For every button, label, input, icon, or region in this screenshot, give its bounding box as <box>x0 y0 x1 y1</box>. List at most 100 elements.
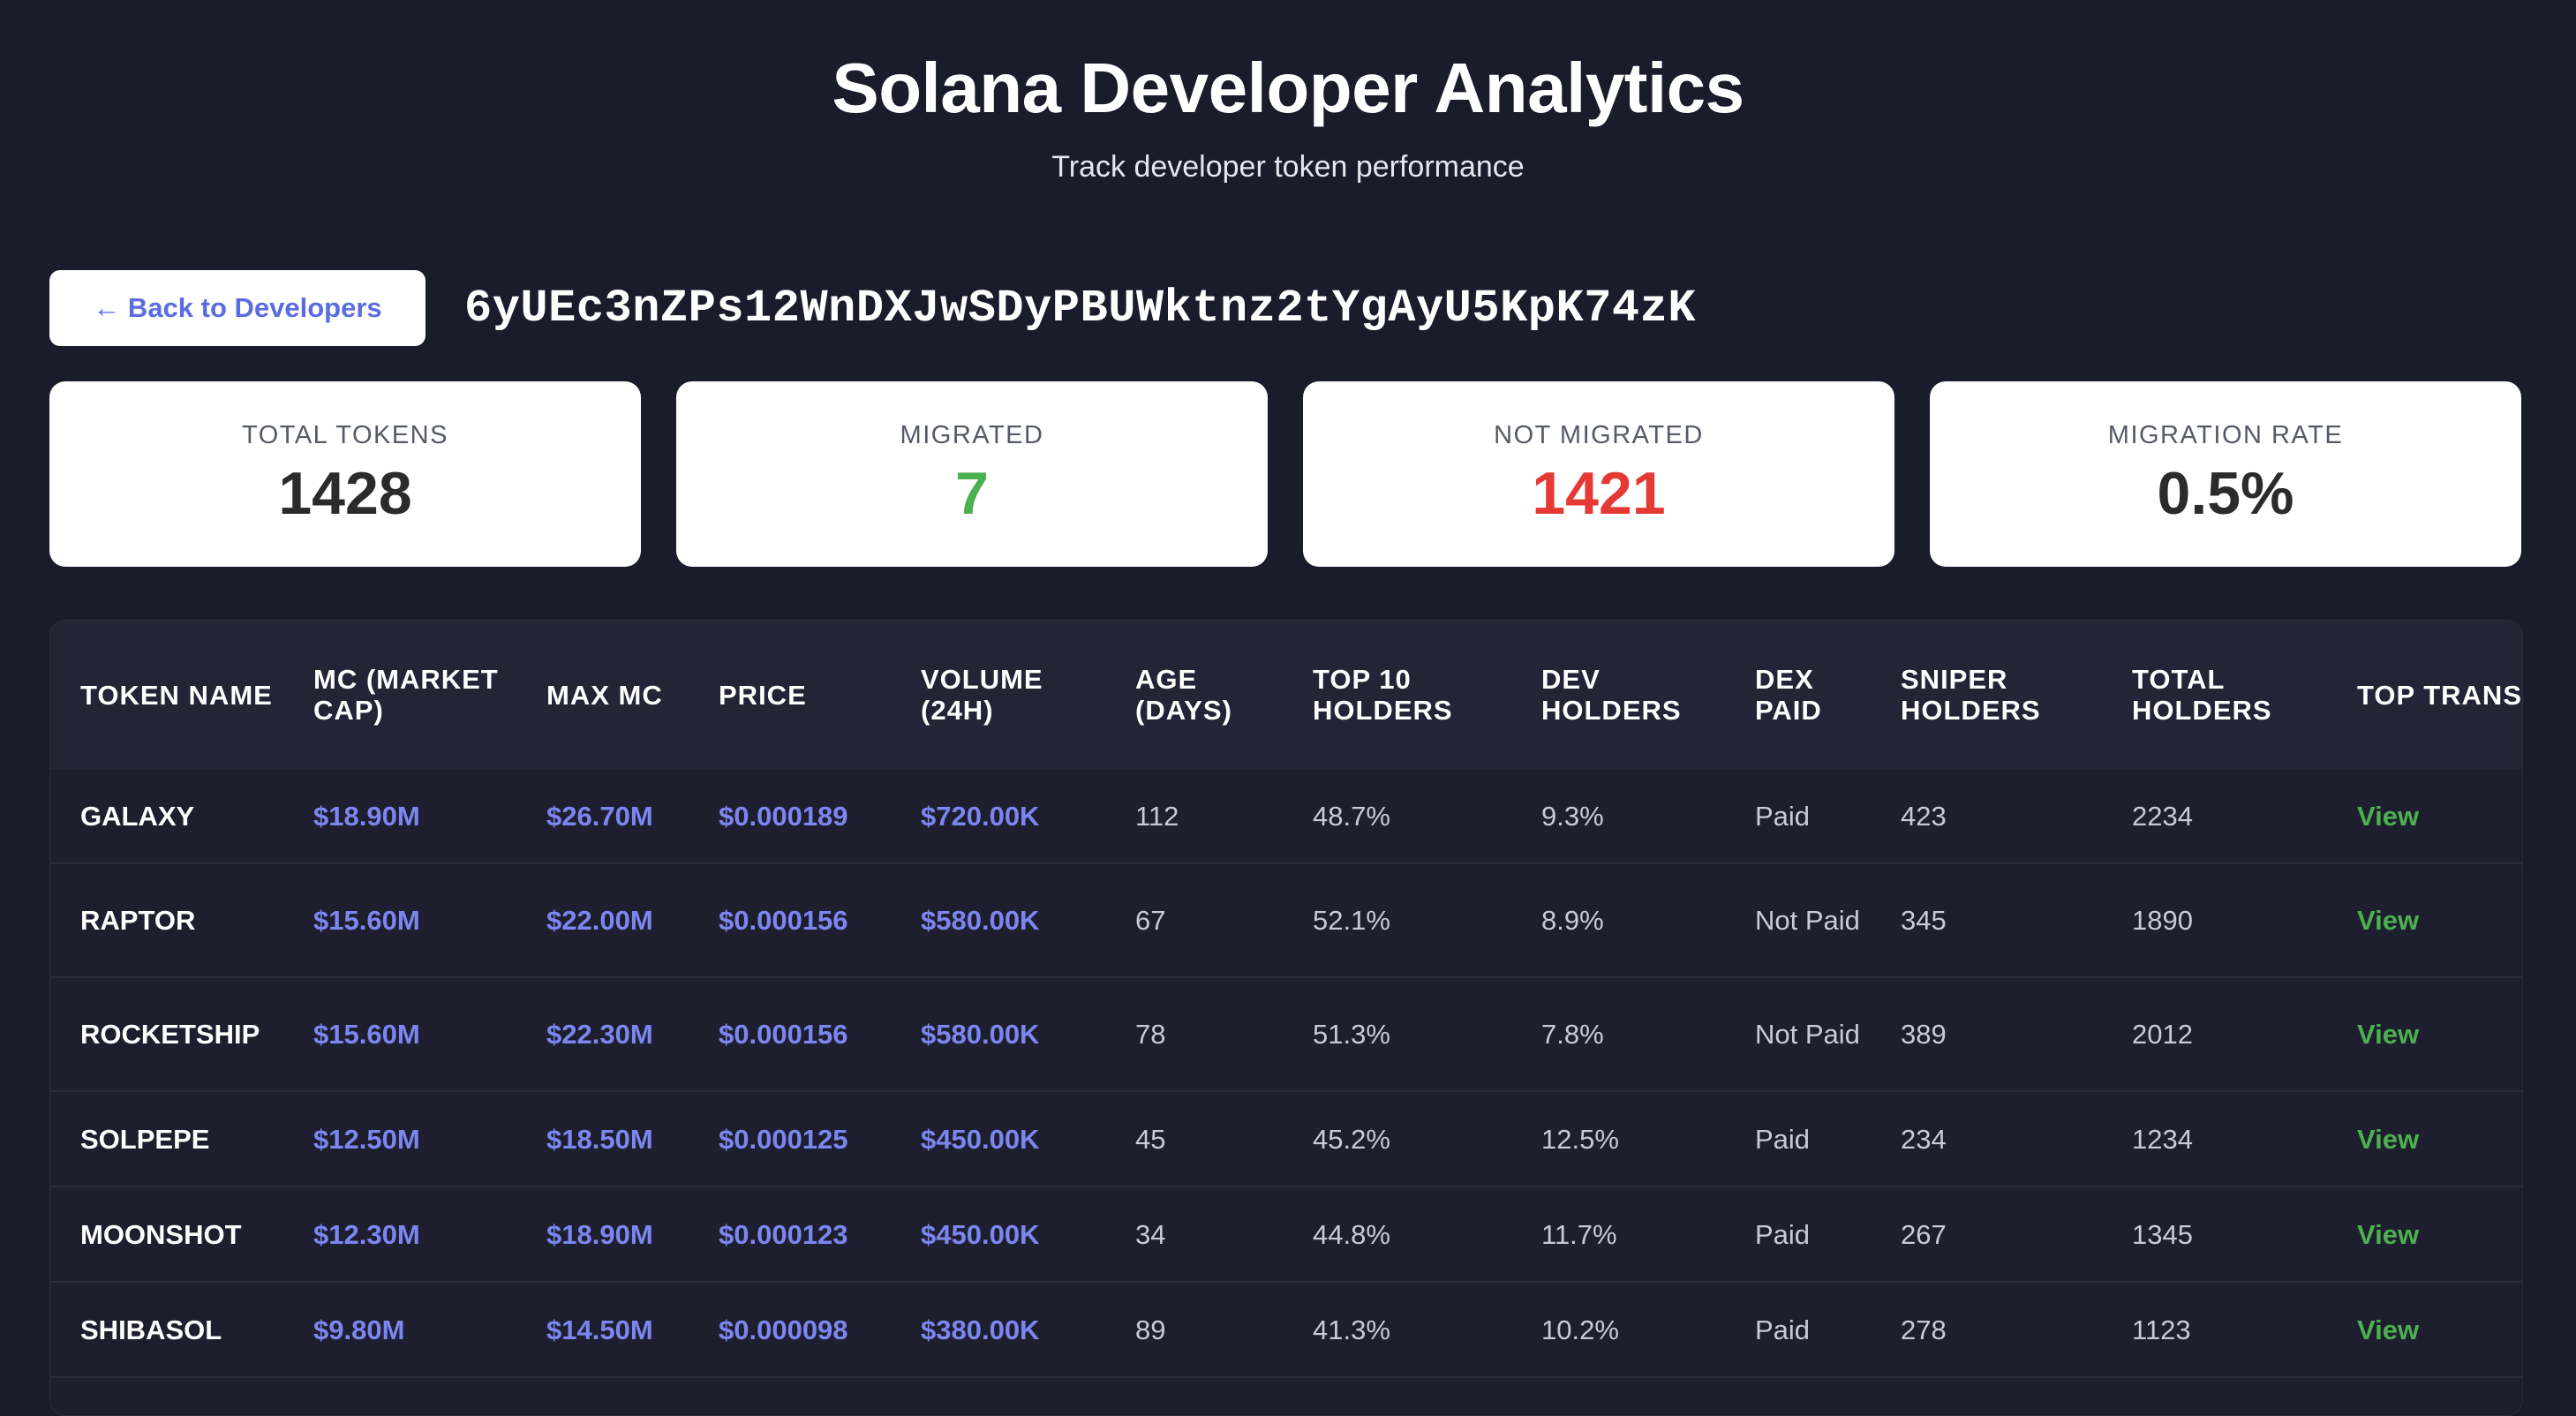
stats-row: TOTAL TOKENS 1428 MIGRATED 7 NOT MIGRATE… <box>49 381 2521 567</box>
back-to-developers-button[interactable]: ← Back to Developers <box>49 270 426 346</box>
table-row: MOONSHOT $12.30M $18.90M $0.000123 $450.… <box>50 1186 2522 1283</box>
token-name: SOLPEPE <box>50 1091 283 1187</box>
dev-holders: 8.9% <box>1511 863 1725 978</box>
column-header-sniper-holders: Sniper Holders <box>1871 621 2102 769</box>
top10-holders: 51.3% <box>1283 977 1511 1092</box>
token-name: GALAXY <box>50 769 283 864</box>
stat-value: 0.5% <box>2157 459 2294 527</box>
dev-holders: 9.3% <box>1511 769 1725 864</box>
price: $0.000156 <box>689 863 891 978</box>
stat-card-migrated: MIGRATED 7 <box>676 381 1268 567</box>
total-holders: 1890 <box>2102 863 2327 978</box>
age: 112 <box>1105 769 1283 864</box>
price: $0.000156 <box>689 977 891 1092</box>
market-cap: $9.80M <box>283 1282 516 1378</box>
column-header-top-transactions: Top Transacti <box>2327 621 2522 769</box>
token-name: MOONSHOT <box>50 1186 283 1283</box>
column-header-price: Price <box>689 621 891 769</box>
price: $0.000125 <box>689 1091 891 1187</box>
market-cap: $12.50M <box>283 1091 516 1187</box>
market-cap: $12.30M <box>283 1186 516 1283</box>
max-mc: $22.00M <box>516 863 689 978</box>
column-header-volume: Volume (24h) <box>891 621 1105 769</box>
dev-holders: 12.5% <box>1511 1091 1725 1187</box>
view-link[interactable]: View <box>2327 1282 2522 1378</box>
token-name: RAPTOR <box>50 863 283 978</box>
dex-paid: Paid <box>1725 1091 1871 1187</box>
top10-holders: 48.7% <box>1283 769 1511 864</box>
sniper-holders: 278 <box>1871 1282 2102 1378</box>
max-mc: $18.90M <box>516 1186 689 1283</box>
total-holders: 1234 <box>2102 1091 2327 1187</box>
dev-holders: 7.8% <box>1511 977 1725 1092</box>
toolbar: ← Back to Developers 6yUEc3nZPs12WnDXJwS… <box>49 270 1696 346</box>
stat-label: MIGRATION RATE <box>2107 420 2344 449</box>
token-name: SHIBASOL <box>50 1282 283 1378</box>
age: 67 <box>1105 863 1283 978</box>
view-link[interactable]: View <box>2327 1186 2522 1283</box>
stat-value: 7 <box>955 459 989 527</box>
table-row: ROCKETSHIP $15.60M $22.30M $0.000156 $58… <box>50 977 2522 1092</box>
table-row: RAPTOR $15.60M $22.00M $0.000156 $580.00… <box>50 863 2522 978</box>
age: 45 <box>1105 1091 1283 1187</box>
token-name: ROCKETSHIP <box>50 977 283 1092</box>
table-row: GALAXY $18.90M $26.70M $0.000189 $720.00… <box>50 769 2522 864</box>
column-header-dev-holders: Dev Holders <box>1511 621 1725 769</box>
max-mc: $18.50M <box>516 1091 689 1187</box>
page-header: Solana Developer Analytics Track develop… <box>0 0 2576 185</box>
sniper-holders: 234 <box>1871 1091 2102 1187</box>
top10-holders: 44.8% <box>1283 1186 1511 1283</box>
volume: $580.00K <box>891 977 1105 1092</box>
volume: $450.00K <box>891 1091 1105 1187</box>
sniper-holders: 389 <box>1871 977 2102 1092</box>
dex-paid: Paid <box>1725 1186 1871 1283</box>
view-link[interactable]: View <box>2327 1091 2522 1187</box>
stat-value: 1421 <box>1532 459 1666 527</box>
top10-holders: 41.3% <box>1283 1282 1511 1378</box>
developer-address: 6yUEc3nZPs12WnDXJwSDyPBUWktnz2tYgAyU5KpK… <box>464 282 1697 335</box>
tokens-table-container[interactable]: Token Name MC (Market Cap) Max MC Price … <box>49 620 2523 1416</box>
market-cap: $15.60M <box>283 977 516 1092</box>
sniper-holders: 267 <box>1871 1186 2102 1283</box>
dex-paid: Not Paid <box>1725 977 1871 1092</box>
column-header-market-cap: MC (Market Cap) <box>283 621 516 769</box>
sniper-holders: 345 <box>1871 863 2102 978</box>
top10-holders: 45.2% <box>1283 1091 1511 1187</box>
column-header-max-mc: Max MC <box>516 621 689 769</box>
column-header-total-holders: Total Holders <box>2102 621 2327 769</box>
stat-label: NOT MIGRATED <box>1494 420 1704 449</box>
dex-paid: Paid <box>1725 1282 1871 1378</box>
volume: $380.00K <box>891 1282 1105 1378</box>
dev-holders: 11.7% <box>1511 1186 1725 1283</box>
view-link[interactable]: View <box>2327 863 2522 978</box>
page-subtitle: Track developer token performance <box>1051 150 1525 184</box>
view-link[interactable]: View <box>2327 769 2522 864</box>
stat-label: TOTAL TOKENS <box>242 420 448 449</box>
table-header-row: Token Name MC (Market Cap) Max MC Price … <box>50 621 2522 769</box>
table-row: SHIBASOL $9.80M $14.50M $0.000098 $380.0… <box>50 1282 2522 1378</box>
column-header-dex-paid: DEX Paid <box>1725 621 1871 769</box>
stat-label: MIGRATED <box>900 420 1044 449</box>
stat-value: 1428 <box>278 459 412 527</box>
max-mc: $22.30M <box>516 977 689 1092</box>
max-mc: $26.70M <box>516 769 689 864</box>
price: $0.000098 <box>689 1282 891 1378</box>
dex-paid: Paid <box>1725 769 1871 864</box>
total-holders: 1123 <box>2102 1282 2327 1378</box>
top10-holders: 52.1% <box>1283 863 1511 978</box>
total-holders: 2234 <box>2102 769 2327 864</box>
stat-card-total-tokens: TOTAL TOKENS 1428 <box>49 381 641 567</box>
stat-card-migration-rate: MIGRATION RATE 0.5% <box>1930 381 2521 567</box>
age: 34 <box>1105 1186 1283 1283</box>
dev-holders: 10.2% <box>1511 1282 1725 1378</box>
column-header-token-name: Token Name <box>50 621 283 769</box>
age: 78 <box>1105 977 1283 1092</box>
market-cap: $15.60M <box>283 863 516 978</box>
view-link[interactable]: View <box>2327 977 2522 1092</box>
volume: $720.00K <box>891 769 1105 864</box>
max-mc: $14.50M <box>516 1282 689 1378</box>
tokens-table: Token Name MC (Market Cap) Max MC Price … <box>50 621 2522 1378</box>
volume: $580.00K <box>891 863 1105 978</box>
page-title: Solana Developer Analytics <box>832 49 1744 127</box>
volume: $450.00K <box>891 1186 1105 1283</box>
